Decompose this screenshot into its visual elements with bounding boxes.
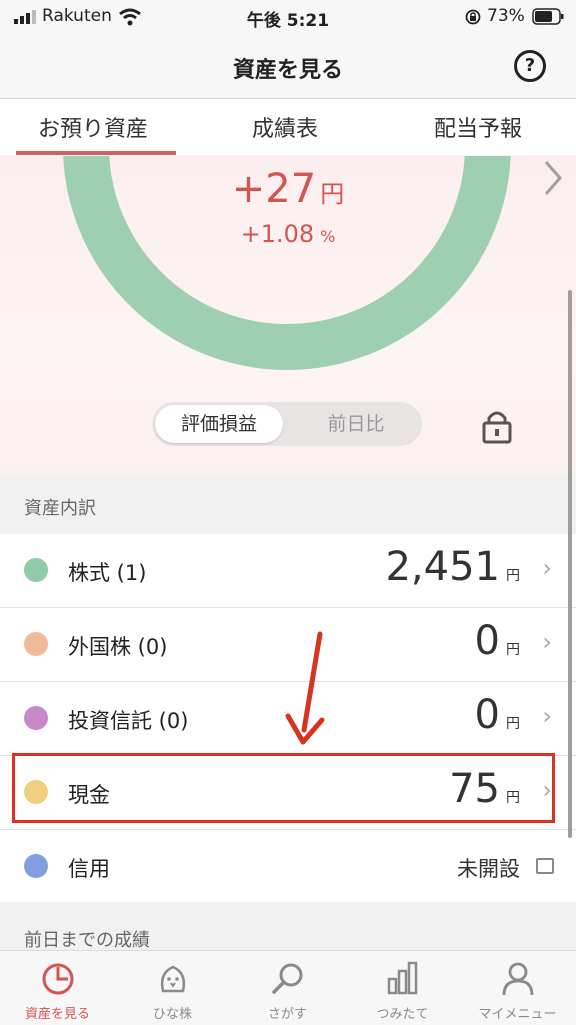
- value-amount: 0: [474, 618, 500, 664]
- tabbar-search[interactable]: さがす: [230, 951, 345, 1025]
- row-label: 外国株 (0): [68, 635, 168, 659]
- nav-bar: 資産を見る ?: [0, 34, 576, 99]
- tab-dividend-forecast[interactable]: 配当予報: [434, 111, 522, 143]
- previous-day-section-header: 前日までの成績: [0, 902, 576, 951]
- tab-deposited-assets[interactable]: お預り資産: [38, 111, 148, 143]
- asset-summary-panel[interactable]: +27 円 +1.08% 評価損益 前日比: [0, 156, 576, 474]
- scrollbar[interactable]: [568, 290, 572, 838]
- pie-chart-icon: [42, 963, 74, 995]
- tab-strip: お預り資産 成績表 配当予報: [0, 99, 576, 155]
- person-icon: [502, 962, 534, 996]
- row-label: 株式 (1): [68, 561, 147, 585]
- search-icon: [272, 963, 303, 994]
- tab-label: 資産を見る: [24, 1007, 90, 1022]
- bar-chart-icon: [387, 961, 418, 995]
- gain-percent: +1.08%: [0, 220, 576, 248]
- tab-label: つみたて: [376, 1007, 429, 1022]
- tab-label: マイメニュー: [478, 1007, 557, 1022]
- value-unit: 円: [506, 642, 520, 658]
- cash-row-highlight: [12, 753, 555, 823]
- page-title: 資産を見る: [232, 58, 343, 83]
- breakdown-section-header: 資産内訳: [0, 474, 576, 534]
- gain-amount: +27 円: [0, 166, 576, 212]
- foreign-stocks-color-dot: [24, 632, 48, 656]
- bottom-tab-bar: 資産を見る ひな株 さがす つみたて マイメニュー: [0, 950, 576, 1025]
- tab-performance[interactable]: 成績表: [252, 111, 318, 143]
- value-unit: 円: [506, 568, 520, 584]
- tabbar-view-assets[interactable]: 資産を見る: [0, 951, 115, 1025]
- status-bar: Rakuten 午後 5:21 73%: [0, 0, 576, 34]
- toggle-day-change[interactable]: 前日比: [292, 405, 420, 443]
- toggle-unrealized-gain[interactable]: 評価損益: [155, 405, 283, 443]
- chevron-right-icon[interactable]: [540, 158, 566, 198]
- list-item-stocks[interactable]: 株式 (1) 2,451 円 ›: [0, 534, 576, 608]
- tabbar-my-menu[interactable]: マイメニュー: [460, 951, 575, 1025]
- tab-label: ひな株: [152, 1007, 192, 1022]
- gain-value: +27: [231, 166, 317, 212]
- chevron-right-icon: ›: [542, 702, 552, 730]
- battery-percent: 73%: [487, 6, 525, 26]
- row-label: 信用: [68, 857, 110, 881]
- previous-day-title: 前日までの成績: [24, 930, 150, 951]
- help-icon[interactable]: ?: [514, 50, 546, 82]
- gain-mode-toggle[interactable]: 評価損益 前日比: [152, 402, 422, 446]
- value-amount: 0: [474, 692, 500, 738]
- tabbar-tsumitate[interactable]: つみたて: [345, 951, 460, 1025]
- row-value: 0円: [475, 692, 520, 738]
- chevron-right-icon: ›: [542, 554, 552, 582]
- mutual-funds-color-dot: [24, 706, 48, 730]
- chevron-right-icon: ›: [542, 628, 552, 656]
- rotation-lock-icon: [465, 9, 481, 25]
- tab-label: さがす: [267, 1007, 307, 1022]
- tabbar-hina-kabu[interactable]: ひな株: [115, 951, 230, 1025]
- gain-unit: 円: [320, 180, 345, 208]
- lock-icon[interactable]: [482, 408, 512, 444]
- annotation-arrow-icon: [285, 631, 325, 745]
- row-value: 0円: [475, 618, 520, 664]
- active-tab-indicator: [16, 151, 176, 155]
- value-unit: 円: [506, 716, 520, 732]
- stocks-color-dot: [24, 558, 48, 582]
- breakdown-title: 資産内訳: [24, 498, 96, 519]
- battery-icon: [532, 8, 564, 25]
- margin-status: 未開設: [457, 857, 520, 881]
- external-link-icon: [536, 858, 554, 874]
- list-item-margin[interactable]: 信用 未開設: [0, 830, 576, 904]
- gain-pct-unit: %: [320, 227, 336, 246]
- row-label: 投資信託 (0): [68, 709, 189, 733]
- value-amount: 2,451: [385, 544, 500, 590]
- row-value: 2,451 円: [385, 544, 520, 590]
- margin-color-dot: [24, 854, 48, 878]
- gain-pct-value: +1.08: [240, 220, 315, 248]
- chick-icon: [160, 965, 186, 993]
